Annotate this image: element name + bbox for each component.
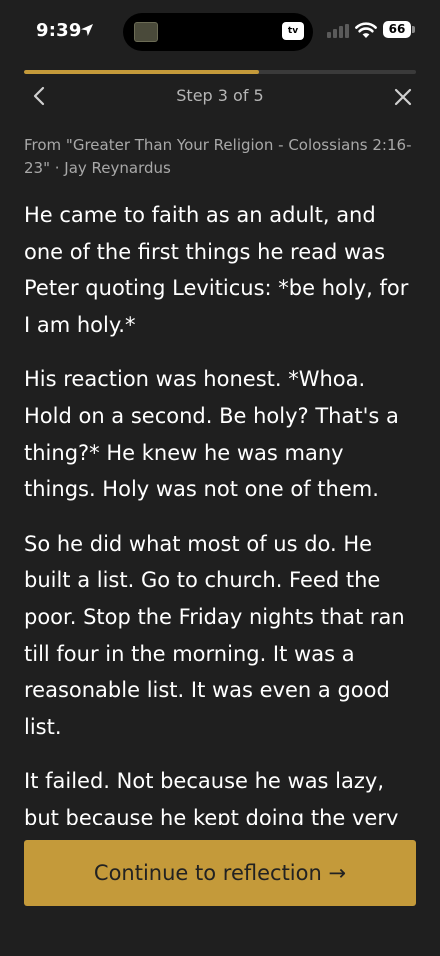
paragraph: His reaction was honest. *Whoa. Hold on … <box>24 367 399 502</box>
reading-content[interactable]: He came to faith as an adult, and one of… <box>24 197 416 825</box>
now-playing-thumbnail-icon <box>134 22 158 42</box>
tv-app-badge: tv <box>282 22 304 40</box>
status-bar: 9:39 tv 66 <box>0 0 440 64</box>
close-icon[interactable] <box>390 84 416 110</box>
source-attribution: From "Greater Than Your Religion - Colos… <box>24 136 412 177</box>
wifi-icon <box>355 22 377 38</box>
dynamic-island: tv <box>123 13 313 51</box>
progress-bar <box>24 70 416 74</box>
progress-fill <box>24 70 260 74</box>
battery-tip <box>412 26 415 33</box>
battery-indicator: 66 <box>383 21 411 38</box>
location-arrow-icon <box>81 24 93 36</box>
status-time: 9:39 <box>36 20 82 41</box>
paragraph: So he did what most of us do. He built a… <box>24 531 405 739</box>
step-indicator: Step 3 of 5 <box>176 86 264 105</box>
continue-button[interactable]: Continue to reflection → <box>24 840 416 906</box>
paragraph: He came to faith as an adult, and one of… <box>24 203 409 337</box>
paragraph: It failed. Not because he was lazy, but … <box>24 769 399 825</box>
